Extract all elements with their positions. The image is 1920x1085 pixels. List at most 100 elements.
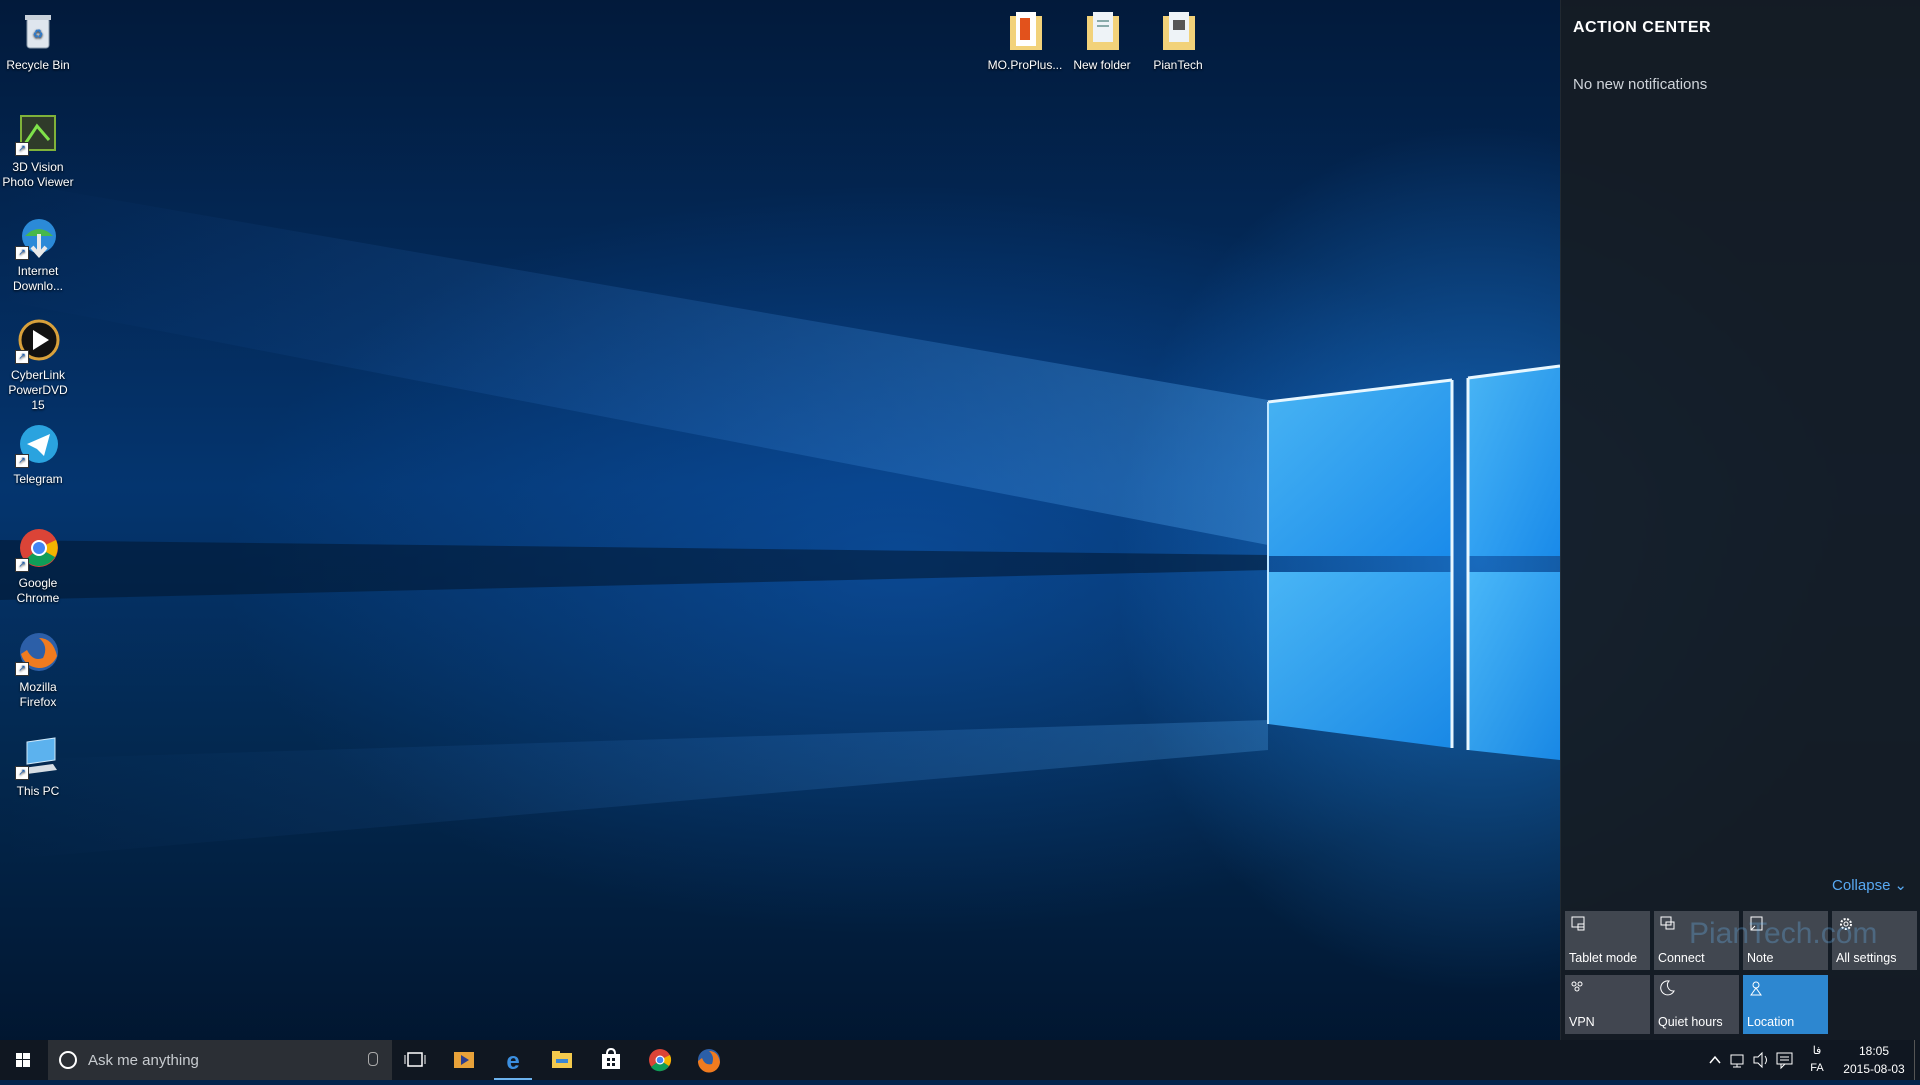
firefox-icon (697, 1049, 720, 1073)
desktop-icon-recycle-bin[interactable]: ♻ Recycle Bin (0, 8, 76, 73)
language-indicator[interactable]: فا FA (1800, 1040, 1834, 1080)
task-view-icon (404, 1052, 426, 1067)
cortana-icon (59, 1051, 77, 1069)
chevron-down-icon: ⌄ (1894, 877, 1907, 894)
show-desktop-button[interactable] (1914, 1040, 1920, 1080)
action-center-title: ACTION CENTER (1573, 19, 1712, 36)
desktop-icon-label: PianTech (1153, 58, 1203, 72)
chrome-icon (649, 1049, 672, 1072)
network-icon (1730, 1054, 1744, 1068)
taskbar: Ask me anything e فا FA 18:05 2015-08-03 (0, 1040, 1920, 1080)
tile-label: Location (1747, 1015, 1795, 1029)
desktop-icon-label: Internet Downlo... (12, 264, 64, 293)
desktop-icon-powerdvd[interactable]: ↗ CyberLink PowerDVD 15 (0, 318, 76, 413)
tile-label: Note (1747, 951, 1774, 965)
3d-vision-icon: ↗ (15, 110, 61, 156)
edge-button[interactable]: e (490, 1040, 536, 1080)
tablet-mode-icon (1571, 916, 1585, 931)
firefox-button[interactable] (686, 1040, 732, 1080)
tile-label: Connect (1658, 951, 1705, 965)
collapse-button[interactable]: Collapse ⌄ (1828, 876, 1907, 894)
tile-label: Quiet hours (1658, 1015, 1723, 1029)
media-player-icon (454, 1052, 474, 1068)
desktop-icon-piantech[interactable]: PianTech (1140, 8, 1216, 73)
microphone-icon[interactable] (368, 1052, 378, 1066)
clock-time: 18:05 (1858, 1044, 1890, 1058)
store-icon (602, 1047, 620, 1069)
action-center-panel: ACTION CENTER No new notifications Colla… (1560, 0, 1920, 1040)
windows-logo-icon (16, 1053, 30, 1067)
desktop-icon-label: This PC (16, 784, 60, 798)
show-hidden-icons-button[interactable] (1704, 1040, 1726, 1080)
connect-icon (1660, 916, 1675, 930)
desktop-icon-google-chrome[interactable]: ↗ Google Chrome (0, 526, 76, 606)
desktop-icon-label: 3D Vision Photo Viewer (2, 160, 74, 189)
desktop-icon-label: CyberLink PowerDVD 15 (8, 368, 68, 412)
network-button[interactable] (1727, 1040, 1749, 1080)
media-player-button[interactable] (441, 1040, 487, 1080)
task-view-button[interactable] (392, 1040, 438, 1080)
powerdvd-icon: ↗ (15, 318, 61, 364)
clock-date: 2015-08-03 (1843, 1062, 1905, 1076)
desktop-icon-label: Recycle Bin (6, 58, 70, 72)
shortcut-arrow-icon: ↗ (15, 558, 29, 572)
notification-icon (1776, 1052, 1793, 1070)
desktop-icon-this-pc[interactable]: ↗ This PC (0, 734, 76, 799)
start-button[interactable] (0, 1040, 46, 1080)
firefox-icon: ↗ (15, 630, 61, 676)
clock[interactable]: 18:05 2015-08-03 (1836, 1040, 1912, 1080)
shortcut-arrow-icon: ↗ (15, 246, 29, 260)
tile-quiet-hours[interactable]: Quiet hours (1654, 975, 1739, 1034)
language-label: FA (1810, 1062, 1824, 1074)
tile-vpn[interactable]: VPN (1565, 975, 1650, 1034)
shortcut-arrow-icon: ↗ (15, 454, 29, 468)
desktop-icon-internet-download-manager[interactable]: ↗ Internet Downlo... (0, 214, 76, 294)
search-placeholder: Ask me anything (88, 1052, 199, 1069)
shortcut-arrow-icon: ↗ (15, 662, 29, 676)
recycle-bin-icon: ♻ (15, 8, 61, 54)
shortcut-arrow-icon: ↗ (15, 766, 29, 780)
desktop-icon-3d-vision[interactable]: ↗ 3D Vision Photo Viewer (0, 110, 76, 190)
desktop-icon-label: MO.ProPlus... (987, 58, 1063, 72)
svg-text:e: e (506, 1048, 519, 1075)
chrome-button[interactable] (637, 1040, 683, 1080)
desktop-icon-telegram[interactable]: ↗ Telegram (0, 422, 76, 487)
tile-tablet-mode[interactable]: Tablet mode (1565, 911, 1650, 970)
vpn-icon (1571, 981, 1583, 992)
desktop-icon-new-folder[interactable]: New folder (1064, 8, 1140, 73)
desktop-icon-label: Google Chrome (16, 576, 60, 605)
this-pc-icon: ↗ (15, 734, 61, 780)
collapse-label: Collapse (1832, 877, 1891, 894)
folder-icon (1079, 8, 1125, 54)
svg-text:♻: ♻ (33, 27, 44, 41)
action-center-button[interactable] (1773, 1040, 1797, 1080)
speaker-icon (1753, 1051, 1767, 1069)
office-folder-icon (1002, 8, 1048, 54)
shortcut-arrow-icon: ↗ (15, 142, 29, 156)
edge-icon: e (506, 1048, 519, 1075)
desktop-icon-mozilla-firefox[interactable]: ↗ Mozilla Firefox (0, 630, 76, 710)
no-notifications-text: No new notifications (1573, 76, 1708, 93)
desktop-icon-label: Mozilla Firefox (19, 680, 57, 709)
file-explorer-icon (552, 1051, 572, 1068)
volume-button[interactable] (1750, 1040, 1772, 1080)
cortana-search-box[interactable]: Ask me anything (48, 1040, 392, 1080)
tile-label: VPN (1569, 1015, 1595, 1029)
desktop-icon-mo-proplus[interactable]: MO.ProPlus... (987, 8, 1063, 73)
file-explorer-button[interactable] (539, 1040, 585, 1080)
store-button[interactable] (588, 1040, 634, 1080)
internet-download-icon: ↗ (15, 214, 61, 260)
chrome-icon: ↗ (15, 526, 61, 572)
language-short-label: فا (1812, 1045, 1822, 1057)
tile-label: All settings (1836, 951, 1897, 965)
folder-icon (1155, 8, 1201, 54)
moon-icon (1660, 980, 1675, 996)
desktop-icon-label: New folder (1073, 58, 1131, 72)
telegram-icon: ↗ (15, 422, 61, 468)
chevron-up-icon (1709, 1055, 1721, 1064)
desktop-icon-label: Telegram (13, 472, 63, 486)
tile-location[interactable]: Location (1743, 975, 1828, 1034)
tile-label: Tablet mode (1569, 951, 1638, 965)
watermark-text: PianTech.com (1689, 917, 1878, 950)
shortcut-arrow-icon: ↗ (15, 350, 29, 364)
